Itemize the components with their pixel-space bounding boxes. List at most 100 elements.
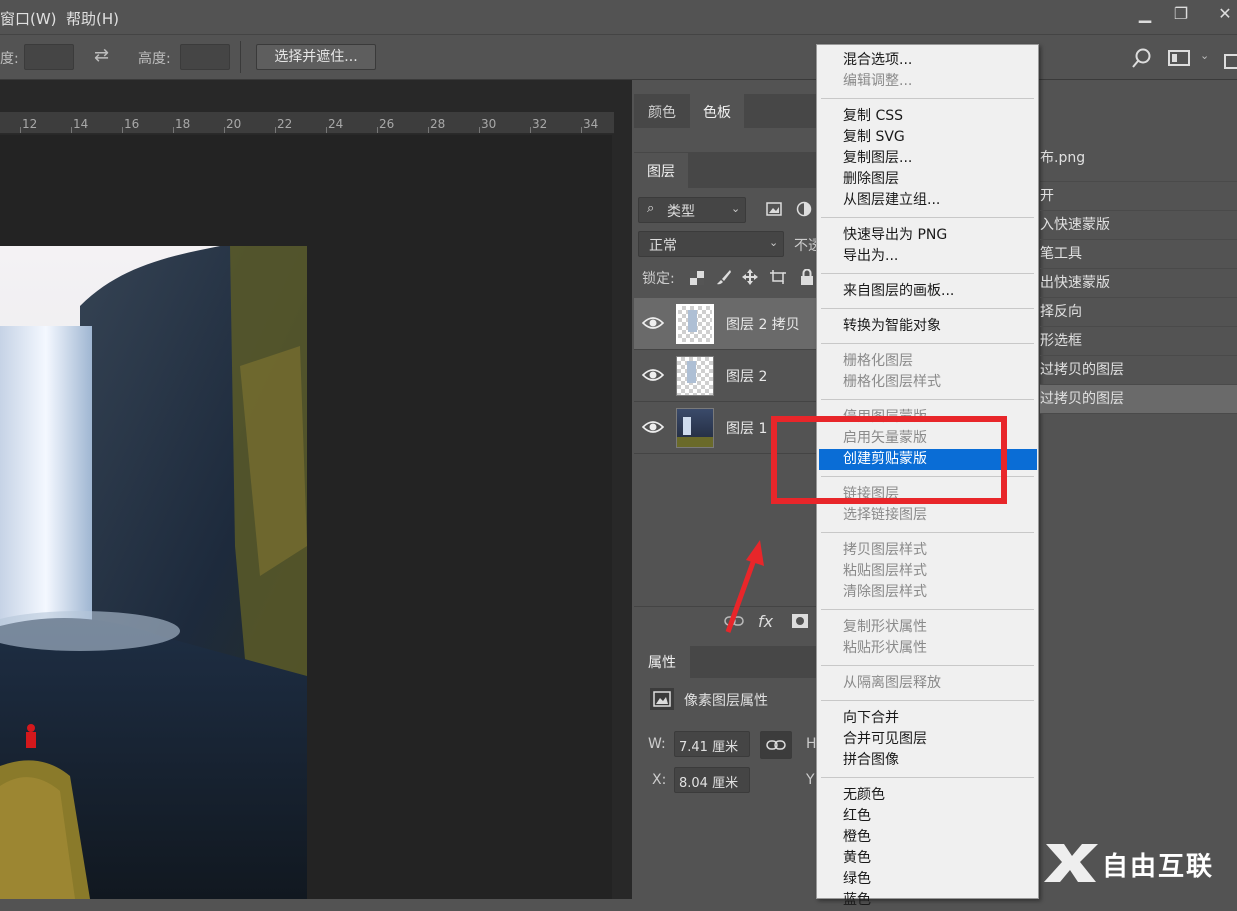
ruler-tick-label: 26 [379,117,395,131]
layer-filter-dropdown[interactable]: ⌕ 类型 ⌄ [638,197,746,223]
ruler-tick-label: 12 [22,117,38,131]
ruler-tick [530,127,531,133]
tab-properties[interactable]: 属性 [634,646,690,678]
workspace-icon[interactable] [1168,49,1192,67]
context-menu-item: 粘贴图层样式 [843,563,927,579]
divider [240,41,241,73]
history-snapshot[interactable]: 布.png [1040,132,1237,182]
watermark-logo-icon [1044,844,1098,882]
context-menu-item[interactable]: 导出为... [817,246,1038,267]
context-menu-item: 编辑调整... [843,73,913,89]
context-menu-item[interactable]: 无颜色 [817,785,1038,806]
ruler-tick-label: 20 [226,117,242,131]
ruler-tick [71,127,72,133]
context-menu-item[interactable]: 来自图层的画板... [817,281,1038,302]
context-menu-item[interactable]: 橙色 [817,827,1038,848]
ruler-tick-label: 24 [328,117,344,131]
close-icon[interactable]: ✕ [1208,4,1237,24]
context-menu-item[interactable]: 转换为智能对象 [817,316,1038,337]
layer-thumbnail [676,304,714,344]
lock-brush-icon[interactable] [716,269,732,285]
context-menu-item[interactable]: 红色 [817,806,1038,827]
chevron-down-icon[interactable]: ⌄ [1200,49,1209,62]
context-menu-item[interactable]: 复制 CSS [817,106,1038,127]
eye-icon[interactable] [642,419,664,435]
lock-all-icon[interactable] [800,269,814,285]
ruler-tick [326,127,327,133]
history-doc-name: 布.png [1040,150,1086,166]
eye-icon[interactable] [642,367,664,383]
layer-row[interactable]: 图层 2 拷贝 [634,298,816,350]
y-label: Y [806,772,815,788]
context-menu-item[interactable]: 快速导出为 PNG [817,225,1038,246]
tab-swatches[interactable]: 色板 [690,94,744,128]
annotation-arrow [725,540,764,633]
ruler-tick [581,127,582,133]
context-menu-item[interactable]: 蓝色 [817,890,1038,911]
tab-layers[interactable]: 图层 [634,153,688,188]
context-menu-item[interactable]: 绿色 [817,869,1038,890]
context-menu-item[interactable]: 向下合并 [817,708,1038,729]
context-menu-item[interactable]: 从图层建立组... [817,190,1038,211]
ruler-tick-label: 32 [532,117,548,131]
menubar: 窗口(W) 帮助(H) ▁ ❐ ✕ [0,0,1237,34]
context-menu-item[interactable]: 拼合图像 [817,750,1038,771]
context-menu-item[interactable]: 混合选项... [817,50,1038,71]
history-item[interactable]: 入快速蒙版 [1040,211,1237,240]
select-and-mask-button[interactable]: 选择并遮住... [256,44,376,70]
tab-color[interactable]: 颜色 [636,94,688,128]
x-label: X: [652,772,667,788]
context-menu-item[interactable]: 复制 SVG [817,127,1038,148]
blend-mode-dropdown[interactable]: 正常 ⌄ [638,231,784,257]
w-field[interactable]: 7.41 厘米 [674,731,750,757]
mask-icon[interactable] [792,614,808,628]
x-value: 8.04 厘米 [679,776,739,791]
w-label: W: [648,736,666,752]
lock-transparent-icon[interactable] [690,271,704,285]
context-menu-item: 选择链接图层 [843,507,927,523]
history-item[interactable]: 开 [1040,182,1237,211]
history-item[interactable]: 出快速蒙版 [1040,269,1237,298]
history-item[interactable]: 择反向 [1040,298,1237,327]
ruler-tick [428,127,429,133]
menu-separator [821,777,1034,778]
context-menu-item: 拷贝图层样式 [843,542,927,558]
link-dimensions-button[interactable] [760,731,792,759]
ruler-tick [122,127,123,133]
history-item[interactable]: 过拷贝的图层 [1040,385,1237,414]
context-menu-item: 复制形状属性 [843,619,927,635]
layer-name: 图层 2 [726,369,768,385]
context-menu-item[interactable]: 删除图层 [817,169,1038,190]
image-filter-icon[interactable] [766,202,782,216]
adjustment-filter-icon[interactable] [796,201,812,217]
waterfall-image[interactable] [0,246,307,899]
context-menu-item[interactable]: 复制图层... [817,148,1038,169]
menu-separator [821,98,1034,99]
layer-row[interactable]: 图层 2 [634,350,816,402]
ruler-tick [173,127,174,133]
share-icon[interactable] [1224,47,1237,69]
lock-move-icon[interactable] [742,269,758,285]
restore-icon[interactable]: ❐ [1164,4,1198,24]
menu-separator [821,532,1034,533]
layer-thumbnail [676,408,714,448]
history-item[interactable]: 过拷贝的图层 [1040,356,1237,385]
history-item[interactable]: 形选框 [1040,327,1237,356]
height-field[interactable] [180,44,230,70]
menu-window[interactable]: 窗口(W) [0,8,57,29]
x-field[interactable]: 8.04 厘米 [674,767,750,793]
width-field[interactable] [24,44,74,70]
context-menu-item: 清除图层样式 [843,584,927,600]
context-menu-item[interactable]: 黄色 [817,848,1038,869]
menu-help[interactable]: 帮助(H) [66,8,119,29]
eye-icon[interactable] [642,315,664,331]
height-label: 高度: [138,51,171,67]
swap-icon[interactable]: ⇄ [94,45,109,66]
search-icon[interactable] [1132,47,1154,69]
minimize-icon[interactable]: ▁ [1128,4,1162,24]
filter-kind-label: 类型 [667,204,695,220]
history-item[interactable]: 笔工具 [1040,240,1237,269]
watermark: 自由互联 [1040,838,1230,886]
lock-artboard-icon[interactable] [770,270,786,284]
context-menu-item[interactable]: 合并可见图层 [817,729,1038,750]
